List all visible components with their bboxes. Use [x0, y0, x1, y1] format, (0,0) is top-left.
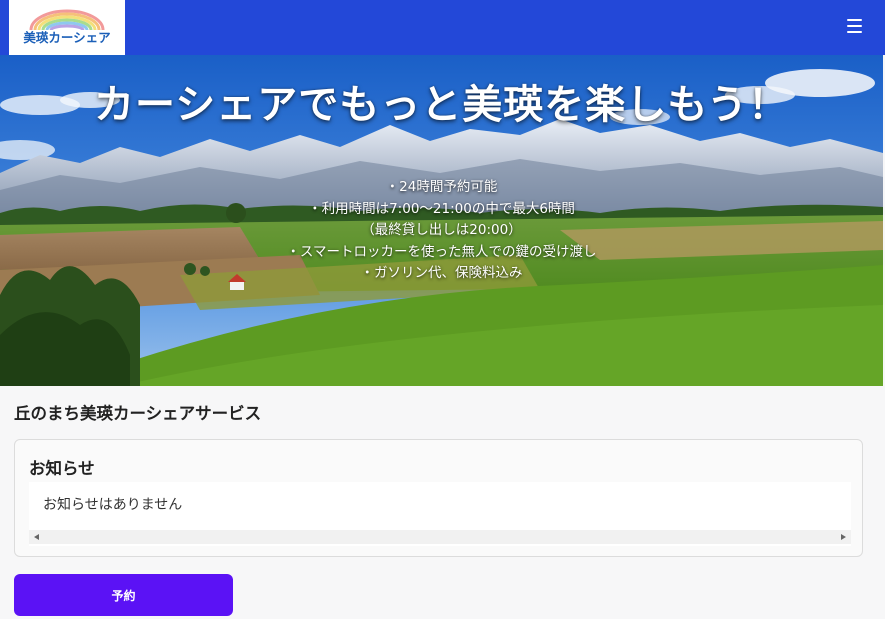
scroll-right-arrow-icon[interactable]	[841, 534, 846, 540]
hero-title: カーシェアでもっと美瑛を楽しもう！	[94, 82, 789, 128]
notice-title: お知らせ	[29, 459, 95, 478]
scroll-left-arrow-icon[interactable]	[34, 534, 39, 540]
notice-message: お知らせはありません	[43, 497, 183, 513]
service-title: 丘のまち美瑛カーシェアサービス	[14, 404, 262, 423]
reserve-button[interactable]: 予約	[14, 574, 233, 616]
horizontal-scrollbar[interactable]	[29, 530, 851, 544]
feature-item: ・24時間予約可能	[385, 179, 498, 195]
notice-scroll-area[interactable]: お知らせはありません	[29, 482, 851, 546]
feature-item: ・利用時間は7:00～21:00の中で最大6時間	[308, 200, 575, 217]
site-logo[interactable]: 美瑛カーシェア	[9, 0, 125, 55]
feature-item: ・スマートロッカーを使った無人での鍵の受け渡し	[286, 243, 597, 260]
top-header: 美瑛カーシェア	[0, 0, 885, 55]
feature-item: （最終貸し出しは20:00）	[361, 222, 522, 238]
feature-item: ・ガソリン代、保険料込み	[360, 265, 523, 281]
logo-text: 美瑛カーシェア	[23, 30, 111, 45]
feature-list: ・24時間予約可能 ・利用時間は7:00～21:00の中で最大6時間 （最終貸し…	[0, 177, 883, 285]
hamburger-menu-icon[interactable]	[845, 17, 867, 37]
hero-banner: カーシェアでもっと美瑛を楽しもう！ ・24時間予約可能 ・利用時間は7:00～2…	[0, 55, 883, 386]
notice-card: お知らせ お知らせはありません	[14, 439, 863, 557]
